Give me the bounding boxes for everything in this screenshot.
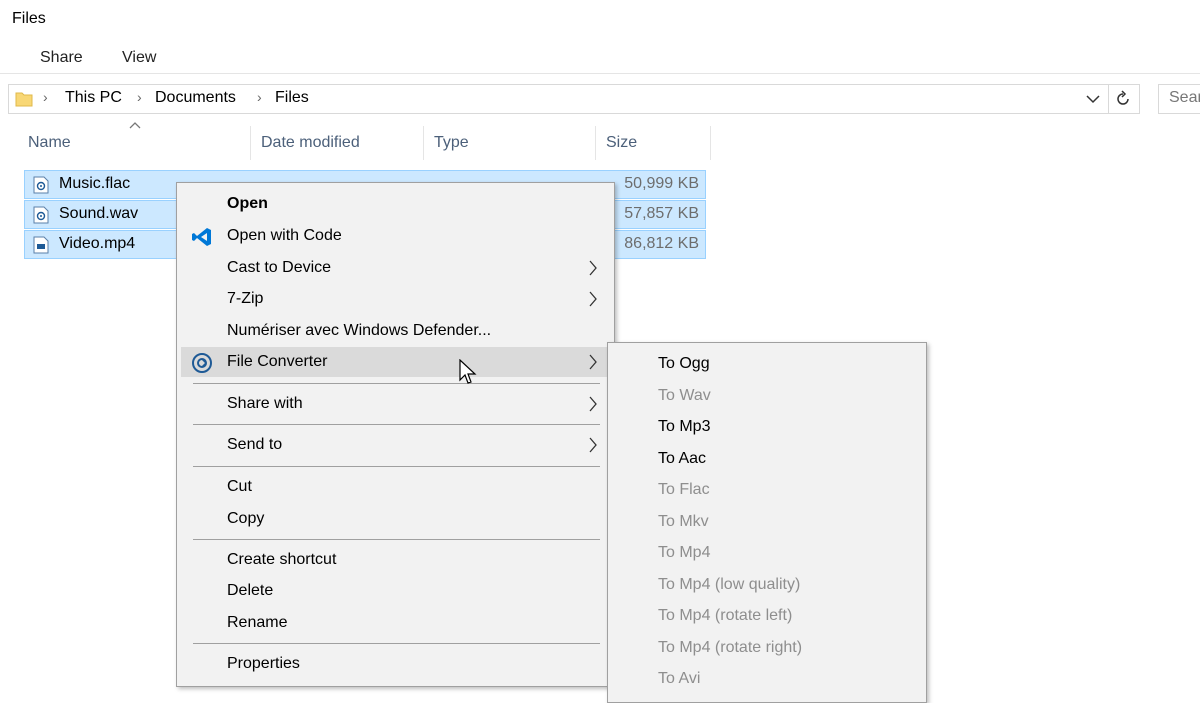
menu-item-label: File Converter (227, 353, 328, 370)
file-name[interactable]: Sound.wav (59, 205, 138, 223)
menu-separator (193, 424, 600, 425)
menu-item-label: Cut (227, 478, 252, 495)
menu-item-send-to[interactable]: Send to (181, 430, 610, 460)
menu-item-label: Open with Code (227, 227, 342, 244)
file-name[interactable]: Video.mp4 (59, 235, 135, 253)
chevron-right-icon (589, 354, 597, 370)
column-header-type[interactable]: Type (424, 126, 596, 160)
submenu-item-to-mp4-rotate-right: To Mp4 (rotate right) (658, 639, 803, 656)
menu-item-label: Open (227, 195, 268, 212)
menu-item-open-with-code[interactable]: Open with Code (181, 221, 610, 251)
menu-item-label: Numériser avec Windows Defender... (227, 322, 492, 339)
menu-item-copy[interactable]: Copy (181, 504, 610, 534)
menu-item-label: Cast to Device (227, 259, 332, 276)
submenu-item-to-mkv: To Mkv (658, 513, 709, 530)
menu-item-windows-defender[interactable]: Numériser avec Windows Defender... (181, 316, 610, 346)
menu-item-label: 7-Zip (227, 290, 264, 307)
breadcrumb-this-pc[interactable]: This PC (65, 89, 122, 107)
chevron-right-icon (589, 291, 597, 307)
submenu-item-to-wav: To Wav (658, 387, 711, 404)
menu-item-label: Send to (227, 436, 283, 453)
column-header-size[interactable]: Size (596, 126, 711, 160)
audio-file-icon (33, 206, 49, 224)
submenu-item-to-flac: To Flac (658, 481, 710, 498)
video-file-icon (33, 236, 49, 254)
file-converter-submenu: To Ogg To Wav To Mp3 To Aac To Flac To M… (607, 342, 927, 703)
file-size: 86,812 KB (624, 235, 699, 252)
breadcrumb-documents[interactable]: Documents (155, 89, 236, 107)
submenu-item-to-mp4: To Mp4 (658, 544, 711, 561)
search-input[interactable]: Search (1158, 84, 1200, 114)
menu-separator (193, 539, 600, 540)
breadcrumb-files[interactable]: Files (275, 89, 309, 107)
menu-item-share-with[interactable]: Share with (181, 389, 610, 419)
tab-share[interactable]: Share (40, 49, 83, 67)
breadcrumb-separator-icon[interactable]: › (43, 89, 48, 105)
vscode-icon (192, 228, 211, 246)
address-bar[interactable]: › This PC › Documents › Files (8, 84, 1140, 114)
window-title: Files (12, 10, 46, 27)
address-divider (1108, 85, 1109, 113)
search-placeholder: Search (1169, 89, 1200, 106)
menu-item-7zip[interactable]: 7-Zip (181, 284, 610, 314)
menu-separator (193, 466, 600, 467)
submenu-item-to-avi: To Avi (658, 670, 701, 687)
file-name[interactable]: Music.flac (59, 175, 130, 193)
menu-item-file-converter[interactable]: File Converter (181, 347, 610, 377)
submenu-item-to-ogg[interactable]: To Ogg (658, 355, 710, 373)
file-size: 57,857 KB (624, 205, 699, 222)
menu-item-rename[interactable]: Rename (181, 608, 610, 638)
folder-icon (15, 92, 33, 107)
menu-item-label: Delete (227, 582, 274, 599)
submenu-item-to-mp4-low-quality: To Mp4 (low quality) (658, 576, 801, 593)
menu-item-label: Create shortcut (227, 551, 337, 568)
chevron-down-icon[interactable] (1083, 89, 1103, 109)
tab-view[interactable]: View (122, 49, 156, 67)
menu-item-create-shortcut[interactable]: Create shortcut (181, 545, 610, 575)
file-converter-icon (192, 353, 212, 373)
context-menu: Open Open with Code Cast to Device 7-Zip… (176, 182, 615, 687)
menu-item-label: Share with (227, 395, 303, 412)
audio-file-icon (33, 176, 49, 194)
submenu-item-to-aac[interactable]: To Aac (658, 450, 706, 468)
mouse-cursor-icon (459, 359, 477, 384)
menu-item-cast-to-device[interactable]: Cast to Device (181, 253, 610, 283)
menu-item-properties[interactable]: Properties (181, 649, 610, 679)
column-header-date[interactable]: Date modified (251, 126, 424, 160)
menu-separator (193, 643, 600, 644)
ribbon-tabs: Share View (0, 44, 1200, 74)
chevron-right-icon (589, 437, 597, 453)
chevron-right-icon (589, 260, 597, 276)
breadcrumb-separator-icon[interactable]: › (257, 89, 262, 105)
refresh-icon[interactable] (1113, 89, 1133, 109)
menu-item-delete[interactable]: Delete (181, 576, 610, 606)
chevron-right-icon (589, 396, 597, 412)
menu-item-label: Properties (227, 655, 300, 672)
menu-item-label: Rename (227, 614, 288, 631)
menu-item-cut[interactable]: Cut (181, 472, 610, 502)
column-header-name[interactable]: Name (18, 126, 251, 160)
menu-separator (193, 383, 600, 384)
submenu-item-to-mp3[interactable]: To Mp3 (658, 418, 710, 436)
menu-item-open[interactable]: Open (181, 189, 610, 219)
submenu-item-to-mp4-rotate-left: To Mp4 (rotate left) (658, 607, 793, 624)
file-size: 50,999 KB (624, 175, 699, 192)
breadcrumb-separator-icon[interactable]: › (137, 89, 142, 105)
menu-item-label: Copy (227, 510, 265, 527)
